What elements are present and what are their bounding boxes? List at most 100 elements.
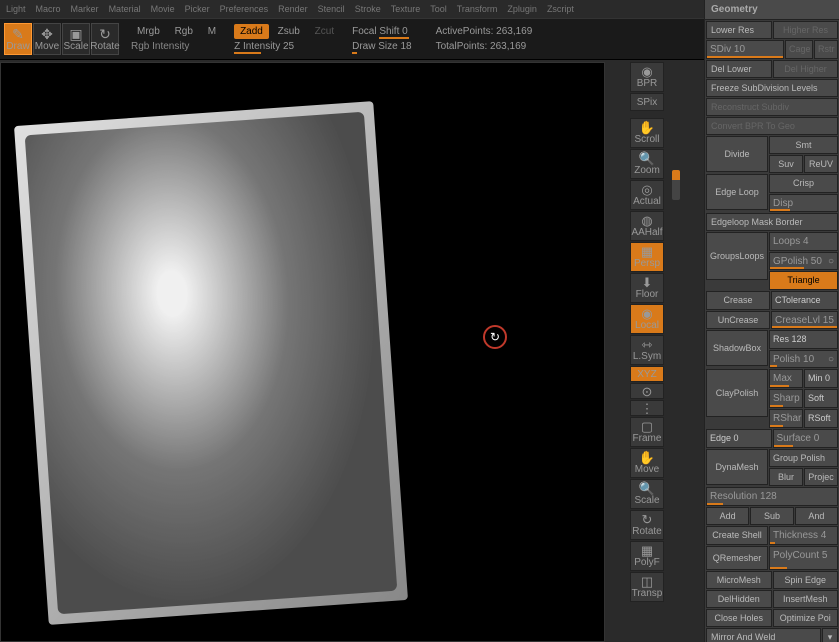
- rsoft-slider[interactable]: RSoft: [804, 409, 838, 428]
- scale-view-button[interactable]: 🔍Scale: [630, 479, 664, 509]
- create-shell-button[interactable]: Create Shell: [706, 526, 768, 545]
- menu-preferences[interactable]: Preferences: [220, 4, 269, 14]
- uncrease-button[interactable]: UnCrease: [706, 311, 770, 330]
- freeze-subdiv-button[interactable]: Freeze SubDivision Levels: [706, 79, 838, 97]
- mrgb-mode[interactable]: Mrgb: [131, 26, 166, 37]
- crisp-button[interactable]: Crisp: [769, 174, 838, 193]
- sharp-slider[interactable]: Sharp: [769, 389, 803, 408]
- rstr-button[interactable]: Rstr: [814, 40, 838, 59]
- micromesh-button[interactable]: MicroMesh: [706, 571, 772, 589]
- view-handle[interactable]: [672, 170, 680, 200]
- triangle-button[interactable]: Triangle: [769, 271, 838, 290]
- lsym-button[interactable]: ⇿L.Sym: [630, 335, 664, 365]
- blur-button[interactable]: Blur: [769, 468, 803, 486]
- dynamesh-button[interactable]: DynaMesh: [706, 449, 768, 485]
- polyf-button[interactable]: ▦PolyF: [630, 541, 664, 571]
- transp-button[interactable]: ◫Transp: [630, 572, 664, 602]
- menu-zscript[interactable]: Zscript: [547, 4, 574, 14]
- smt-button[interactable]: Smt: [769, 136, 838, 154]
- rgb-intensity-slider[interactable]: Rgb Intensity: [131, 41, 222, 52]
- polish-slider[interactable]: Polish 10○: [769, 350, 838, 369]
- shadowbox-button[interactable]: ShadowBox: [706, 330, 768, 366]
- reconstruct-button[interactable]: Reconstruct Subdiv: [706, 98, 838, 116]
- sdiv-slider[interactable]: SDiv 10: [706, 40, 784, 59]
- menu-material[interactable]: Material: [109, 4, 141, 14]
- edgeloop-button[interactable]: Edge Loop: [706, 174, 768, 210]
- lower-res-button[interactable]: Lower Res: [706, 21, 772, 39]
- menu-render[interactable]: Render: [278, 4, 308, 14]
- insertmesh-button[interactable]: InsertMesh: [773, 590, 839, 608]
- rotate-button[interactable]: ↻Rotate: [91, 23, 119, 55]
- menu-texture[interactable]: Texture: [391, 4, 421, 14]
- draw-button[interactable]: ✎Draw: [4, 23, 32, 55]
- cage-button[interactable]: Cage: [785, 40, 813, 59]
- zsub-mode[interactable]: Zsub: [272, 26, 306, 37]
- higher-res-button[interactable]: Higher Res: [773, 21, 838, 39]
- blank2[interactable]: ⋮: [630, 400, 664, 416]
- ctolerance-slider[interactable]: CTolerance: [771, 291, 838, 310]
- draw-size-slider[interactable]: Draw Size 18: [352, 41, 411, 52]
- menu-light[interactable]: Light: [6, 4, 26, 14]
- resolution-slider[interactable]: Resolution 128: [706, 487, 838, 506]
- zcut-mode[interactable]: Zcut: [309, 26, 340, 37]
- panel-title[interactable]: Geometry: [705, 0, 839, 20]
- loops-slider[interactable]: Loops 4: [769, 232, 838, 251]
- rgb-mode[interactable]: Rgb: [169, 26, 199, 37]
- divide-button[interactable]: Divide: [706, 136, 768, 172]
- min-slider[interactable]: Min 0: [804, 369, 838, 388]
- move-button[interactable]: ✥Move: [33, 23, 61, 55]
- menu-stroke[interactable]: Stroke: [355, 4, 381, 14]
- max-slider[interactable]: Max: [769, 369, 803, 388]
- thickness-slider[interactable]: Thickness 4: [769, 526, 838, 545]
- persp-button[interactable]: ▦Persp: [630, 242, 664, 272]
- z-intensity-slider[interactable]: Z Intensity 25: [234, 41, 340, 52]
- project-button[interactable]: Projec: [804, 468, 838, 486]
- mirror-axis-button[interactable]: ▾: [822, 628, 838, 642]
- sculpt-mesh[interactable]: [14, 101, 408, 625]
- menu-macro[interactable]: Macro: [36, 4, 61, 14]
- and-button[interactable]: And: [795, 507, 838, 525]
- frame-button[interactable]: ▢Frame: [630, 417, 664, 447]
- delhidden-button[interactable]: DelHidden: [706, 590, 772, 608]
- menu-zplugin[interactable]: Zplugin: [507, 4, 537, 14]
- res-slider[interactable]: Res 128: [769, 330, 838, 349]
- edge-slider[interactable]: Edge 0: [706, 429, 772, 448]
- actual-button[interactable]: ◎Actual: [630, 180, 664, 210]
- close-holes-button[interactable]: Close Holes: [706, 609, 772, 627]
- floor-button[interactable]: ⬇Floor: [630, 273, 664, 303]
- crease-button[interactable]: Crease: [706, 291, 770, 310]
- rotate-view-button[interactable]: ↻Rotate: [630, 510, 664, 540]
- add-button[interactable]: Add: [706, 507, 749, 525]
- menu-movie[interactable]: Movie: [151, 4, 175, 14]
- creaselvl-slider[interactable]: CreaseLvl 15: [771, 311, 838, 330]
- menu-transform[interactable]: Transform: [457, 4, 498, 14]
- menu-tool[interactable]: Tool: [430, 4, 447, 14]
- edgeloop-mask-button[interactable]: Edgeloop Mask Border: [706, 213, 838, 231]
- disp-slider[interactable]: Disp: [769, 194, 838, 213]
- polycount-slider[interactable]: PolyCount 5: [769, 546, 838, 570]
- suv-button[interactable]: Suv: [769, 155, 803, 173]
- surface-slider[interactable]: Surface 0: [773, 429, 839, 448]
- optimize-button[interactable]: Optimize Poi: [773, 609, 839, 627]
- soft-slider[interactable]: Soft: [804, 389, 838, 408]
- local-button[interactable]: ◉Local: [630, 304, 664, 334]
- menu-picker[interactable]: Picker: [185, 4, 210, 14]
- qremesher-button[interactable]: QRemesher: [706, 546, 768, 570]
- menu-marker[interactable]: Marker: [71, 4, 99, 14]
- spin-edge-button[interactable]: Spin Edge: [773, 571, 839, 589]
- claypolish-button[interactable]: ClayPolish: [706, 369, 768, 417]
- viewport-canvas[interactable]: [0, 62, 605, 642]
- spix-button[interactable]: SPix: [630, 93, 664, 111]
- scroll-button[interactable]: ✋Scroll: [630, 118, 664, 148]
- focal-shift-slider[interactable]: Focal Shift 0: [352, 26, 411, 37]
- blank1[interactable]: ⊙: [630, 383, 664, 399]
- del-lower-button[interactable]: Del Lower: [706, 60, 772, 78]
- zadd-mode[interactable]: Zadd: [234, 24, 269, 39]
- rshar-slider[interactable]: RShar: [769, 409, 803, 428]
- zoom-button[interactable]: 🔍Zoom: [630, 149, 664, 179]
- mirror-weld-button[interactable]: Mirror And Weld: [706, 628, 821, 642]
- scale-button[interactable]: ▣Scale: [62, 23, 90, 55]
- m-mode[interactable]: M: [202, 26, 222, 37]
- del-higher-button[interactable]: Del Higher: [773, 60, 838, 78]
- sub-button[interactable]: Sub: [750, 507, 793, 525]
